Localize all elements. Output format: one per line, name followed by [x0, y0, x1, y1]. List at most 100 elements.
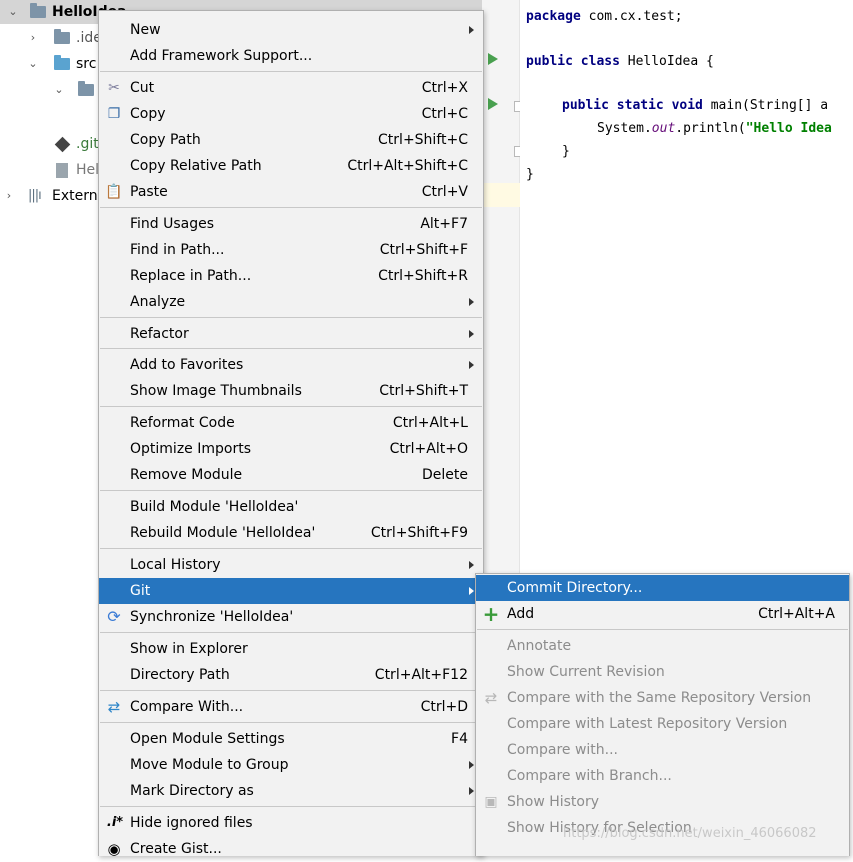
menu-item-label: Hide ignored files	[130, 815, 253, 831]
tree-item-label: .git	[76, 136, 99, 152]
menu-item-git-add[interactable]: + Add Ctrl+Alt+A	[476, 601, 849, 627]
menu-item-reformat-code[interactable]: Reformat Code Ctrl+Alt+L	[99, 410, 483, 436]
menu-item-label: Copy Relative Path	[130, 158, 262, 174]
menu-item-build-module[interactable]: Build Module 'HelloIdea'	[99, 494, 483, 520]
menu-item-label: Local History	[130, 557, 221, 573]
menu-separator	[100, 722, 482, 723]
menu-item-show-image-thumbnails[interactable]: Show Image Thumbnails Ctrl+Shift+T	[99, 378, 483, 404]
menu-item-compare-with-branch[interactable]: Compare with Branch...	[476, 763, 849, 789]
chevron-right-icon[interactable]: ›	[26, 26, 40, 50]
menu-item-replace-in-path[interactable]: Replace in Path... Ctrl+Shift+R	[99, 263, 483, 289]
menu-item-compare-with[interactable]: ⇄ Compare With... Ctrl+D	[99, 694, 483, 720]
menu-item-hide-ignored-files[interactable]: .i* Hide ignored files	[99, 810, 483, 836]
code-line: System.out.println("Hello Idea	[597, 117, 832, 140]
tree-item-idea[interactable]: › .ide	[0, 26, 102, 50]
menu-shortcut: Delete	[422, 467, 468, 483]
menu-item-find-in-path[interactable]: Find in Path... Ctrl+Shift+F	[99, 237, 483, 263]
run-main-icon[interactable]	[488, 98, 498, 110]
menu-item-label: Copy	[130, 106, 166, 122]
menu-item-create-gist[interactable]: ◉ Create Gist...	[99, 836, 483, 862]
menu-separator	[477, 629, 848, 630]
menu-item-mark-directory-as[interactable]: Mark Directory as	[99, 778, 483, 804]
submenu-arrow-icon	[469, 361, 474, 369]
tree-item-iml[interactable]: Hel	[0, 158, 100, 182]
menu-item-label: Rebuild Module 'HelloIdea'	[130, 525, 316, 541]
menu-item-rebuild-module[interactable]: Rebuild Module 'HelloIdea' Ctrl+Shift+F9	[99, 520, 483, 546]
code-token: package	[526, 9, 581, 24]
code-token: com.cx.test;	[580, 9, 683, 24]
code-token: public static void	[562, 98, 703, 113]
code-token: out	[651, 121, 676, 136]
menu-item-cut[interactable]: ✂ Cut Ctrl+X	[99, 75, 483, 101]
menu-separator	[100, 632, 482, 633]
menu-item-add-to-favorites[interactable]: Add to Favorites	[99, 352, 483, 378]
menu-item-synchronize[interactable]: ⟳ Synchronize 'HelloIdea'	[99, 604, 483, 630]
tree-item-external-libraries[interactable]: › |||ı Externa	[0, 184, 106, 208]
menu-item-show-in-explorer[interactable]: Show in Explorer	[99, 636, 483, 662]
tree-item-git[interactable]: .git	[0, 132, 100, 156]
menu-item-label: Replace in Path...	[130, 268, 252, 284]
menu-item-new[interactable]: New	[99, 17, 483, 43]
menu-shortcut: Ctrl+Alt+F12	[374, 667, 468, 683]
menu-item-local-history[interactable]: Local History	[99, 552, 483, 578]
menu-item-refactor[interactable]: Refactor	[99, 321, 483, 347]
menu-item-compare-latest-repo-version[interactable]: Compare with Latest Repository Version	[476, 711, 849, 737]
menu-item-show-current-revision[interactable]: Show Current Revision	[476, 659, 849, 685]
menu-item-label: Copy Path	[130, 132, 201, 148]
library-icon: |||ı	[28, 188, 42, 203]
menu-item-commit-directory[interactable]: Commit Directory...	[476, 575, 849, 601]
menu-shortcut: Ctrl+Shift+T	[379, 383, 468, 399]
menu-item-copy[interactable]: ❐ Copy Ctrl+C	[99, 101, 483, 127]
menu-item-show-history[interactable]: ▣ Show History	[476, 789, 849, 815]
menu-item-annotate[interactable]: Annotate	[476, 633, 849, 659]
history-icon: ▣	[484, 794, 498, 810]
menu-shortcut: Ctrl+Shift+R	[378, 268, 468, 284]
menu-shortcut: Ctrl+D	[420, 699, 468, 715]
code-token: main(String[] a	[702, 98, 829, 113]
menu-item-paste[interactable]: 📋 Paste Ctrl+V	[99, 179, 483, 205]
chevron-right-icon[interactable]: ›	[2, 184, 16, 208]
menu-item-compare-same-repo-version[interactable]: ⇄ Compare with the Same Repository Versio…	[476, 685, 849, 711]
menu-item-copy-path[interactable]: Copy Path Ctrl+Shift+C	[99, 127, 483, 153]
tree-item-src[interactable]: ⌄ src	[0, 52, 100, 76]
menu-item-git-compare-with[interactable]: Compare with...	[476, 737, 849, 763]
code-token: .println(	[675, 121, 746, 136]
code-token: }	[562, 144, 570, 159]
chevron-down-icon[interactable]: ⌄	[52, 78, 66, 102]
menu-shortcut: Ctrl+Alt+Shift+C	[347, 158, 468, 174]
menu-item-label: Compare with the Same Repository Version	[507, 690, 812, 706]
run-class-icon[interactable]	[488, 53, 498, 65]
menu-item-label: Commit Directory...	[507, 580, 643, 596]
menu-item-open-module-settings[interactable]: Open Module Settings F4	[99, 726, 483, 752]
menu-item-move-module-to-group[interactable]: Move Module to Group	[99, 752, 483, 778]
menu-item-analyze[interactable]: Analyze	[99, 289, 483, 315]
tree-item-package[interactable]: ⌄	[0, 78, 100, 102]
menu-item-find-usages[interactable]: Find Usages Alt+F7	[99, 211, 483, 237]
menu-separator	[100, 406, 482, 407]
menu-item-label: Compare with Branch...	[507, 768, 672, 784]
menu-shortcut: Ctrl+Shift+C	[378, 132, 468, 148]
code-line: public static void main(String[] a	[562, 94, 828, 117]
menu-shortcut: Ctrl+Alt+L	[392, 415, 468, 431]
menu-item-directory-path[interactable]: Directory Path Ctrl+Alt+F12	[99, 662, 483, 688]
submenu-arrow-icon	[469, 787, 474, 795]
chevron-down-icon[interactable]: ⌄	[6, 0, 20, 24]
menu-item-add-framework-support[interactable]: Add Framework Support...	[99, 43, 483, 69]
menu-item-remove-module[interactable]: Remove Module Delete	[99, 462, 483, 488]
code-line: }	[562, 140, 570, 163]
menu-item-label: Build Module 'HelloIdea'	[130, 499, 299, 515]
menu-item-label: Add Framework Support...	[130, 48, 313, 64]
menu-item-label: Paste	[130, 184, 168, 200]
menu-separator	[100, 806, 482, 807]
menu-item-git[interactable]: Git	[99, 578, 483, 604]
file-icon	[56, 163, 68, 178]
menu-separator	[100, 490, 482, 491]
menu-item-label: Find in Path...	[130, 242, 225, 258]
menu-item-optimize-imports[interactable]: Optimize Imports Ctrl+Alt+O	[99, 436, 483, 462]
chevron-down-icon[interactable]: ⌄	[26, 52, 40, 76]
folder-icon	[54, 29, 70, 44]
menu-item-copy-relative-path[interactable]: Copy Relative Path Ctrl+Alt+Shift+C	[99, 153, 483, 179]
submenu-arrow-icon	[469, 26, 474, 34]
menu-shortcut: Ctrl+X	[421, 80, 468, 96]
git-icon	[54, 136, 71, 153]
